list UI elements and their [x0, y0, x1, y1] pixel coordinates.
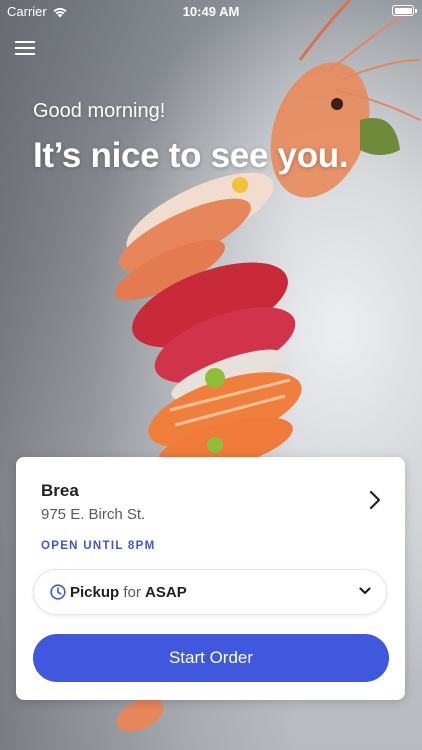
- pickup-method: Pickup: [70, 584, 120, 601]
- chevron-down-icon: [359, 587, 371, 595]
- clock-icon: [50, 584, 66, 600]
- pickup-time: ASAP: [145, 584, 187, 601]
- pickup-time-dropdown[interactable]: Pickup for ASAP: [33, 569, 387, 615]
- order-card: Brea 975 E. Birch St. OPEN UNTIL 8PM Pic…: [16, 457, 405, 700]
- store-address: 975 E. Birch St.: [41, 506, 146, 523]
- store-open-status: OPEN UNTIL 8PM: [41, 540, 156, 552]
- greeting-text: Good morning!: [33, 100, 166, 122]
- headline-text: It’s nice to see you.: [33, 136, 349, 175]
- status-bar: Carrier 10:49 AM: [0, 0, 422, 22]
- store-selector[interactable]: Brea 975 E. Birch St.: [16, 457, 405, 537]
- pickup-for-label: for: [123, 584, 141, 601]
- chevron-right-icon: [369, 490, 381, 510]
- hamburger-menu-icon[interactable]: [14, 38, 36, 58]
- status-time: 10:49 AM: [182, 4, 240, 19]
- menu-line: [15, 47, 35, 49]
- shrimp-top: [270, 0, 421, 198]
- battery-level: [394, 7, 412, 14]
- start-order-button[interactable]: Start Order: [33, 634, 389, 682]
- pickup-summary: Pickup for ASAP: [70, 584, 187, 601]
- menu-line: [15, 53, 35, 55]
- menu-line: [15, 41, 35, 43]
- battery-icon: [392, 5, 417, 16]
- store-name: Brea: [41, 481, 79, 500]
